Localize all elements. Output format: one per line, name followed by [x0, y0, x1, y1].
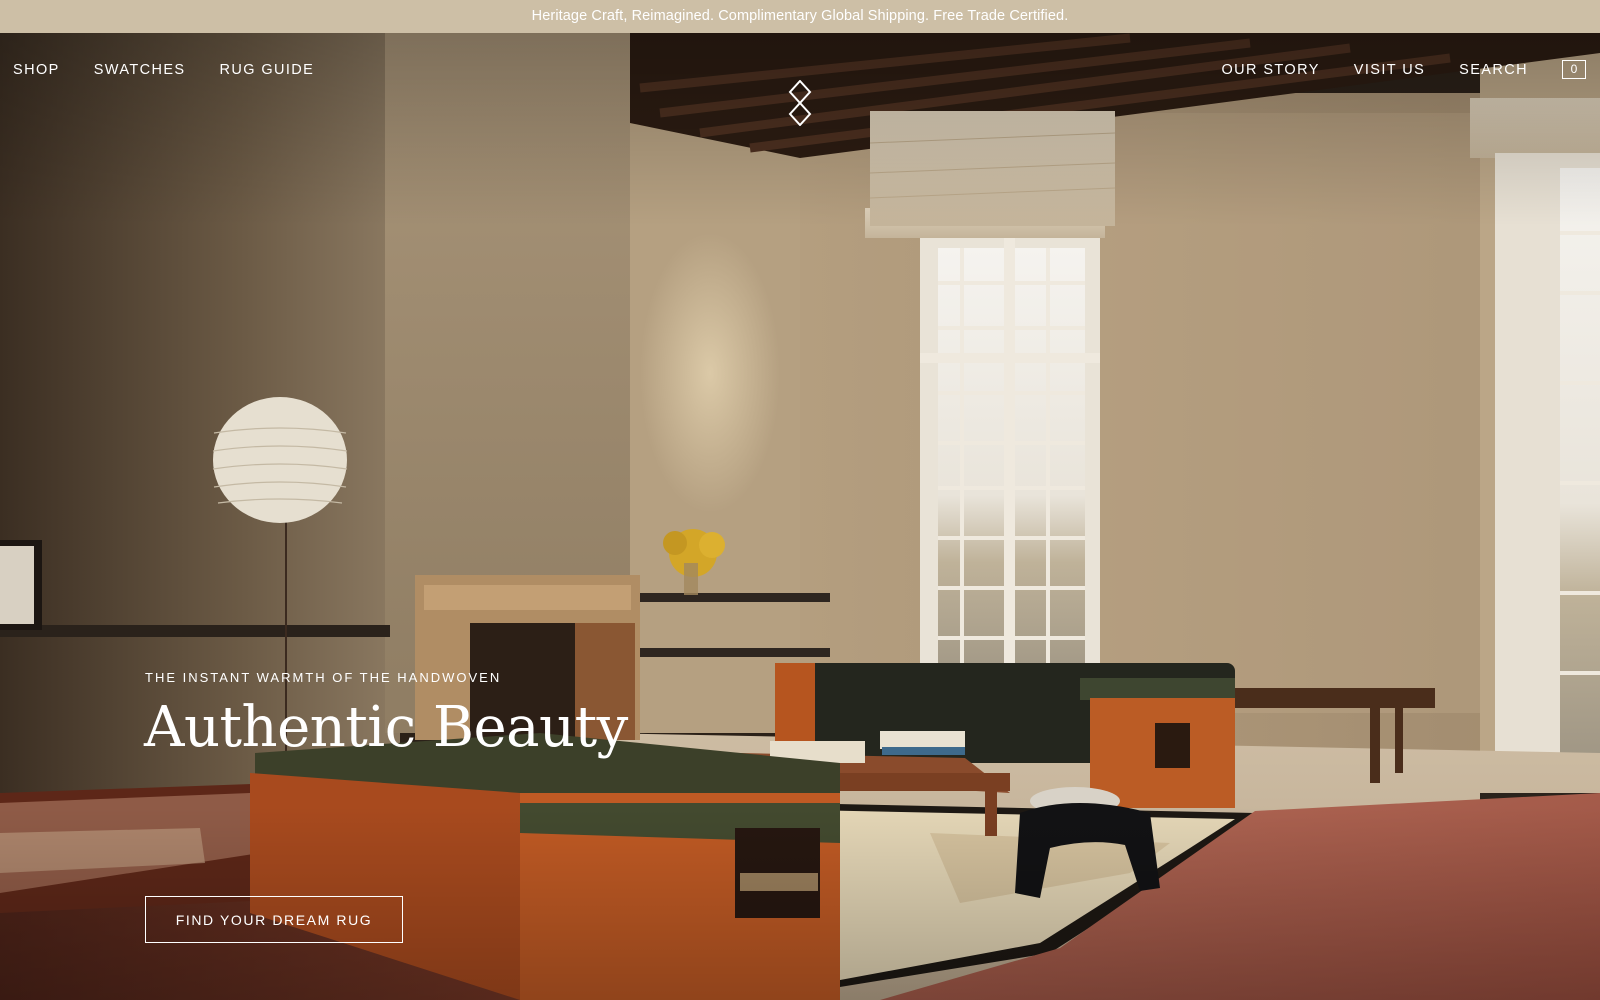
cart-count: 0: [1570, 62, 1578, 76]
announcement-bar: Heritage Craft, Reimagined. Complimentar…: [0, 0, 1600, 33]
hero-headline: Authentic Beauty: [144, 695, 628, 760]
logo-icon[interactable]: [787, 79, 813, 131]
cart-icon[interactable]: 0: [1562, 60, 1586, 79]
nav-item-shop[interactable]: SHOP: [13, 60, 60, 80]
nav-item-search[interactable]: SEARCH: [1459, 60, 1528, 80]
primary-nav-left: SHOP SWATCHES RUG GUIDE: [13, 60, 348, 80]
find-dream-rug-button[interactable]: FIND YOUR DREAM RUG: [145, 896, 403, 943]
hero-eyebrow: THE INSTANT WARMTH OF THE HANDWOVEN: [145, 670, 502, 685]
nav-item-visit-us[interactable]: VISIT US: [1354, 60, 1425, 80]
nav-item-swatches[interactable]: SWATCHES: [94, 60, 186, 80]
hero-image: [0, 33, 1600, 1000]
hero-section: [0, 33, 1600, 1000]
primary-nav-right: OUR STORY VISIT US SEARCH 0: [1222, 60, 1600, 80]
nav-item-our-story[interactable]: OUR STORY: [1222, 60, 1320, 80]
nav-item-rug-guide[interactable]: RUG GUIDE: [219, 60, 314, 80]
